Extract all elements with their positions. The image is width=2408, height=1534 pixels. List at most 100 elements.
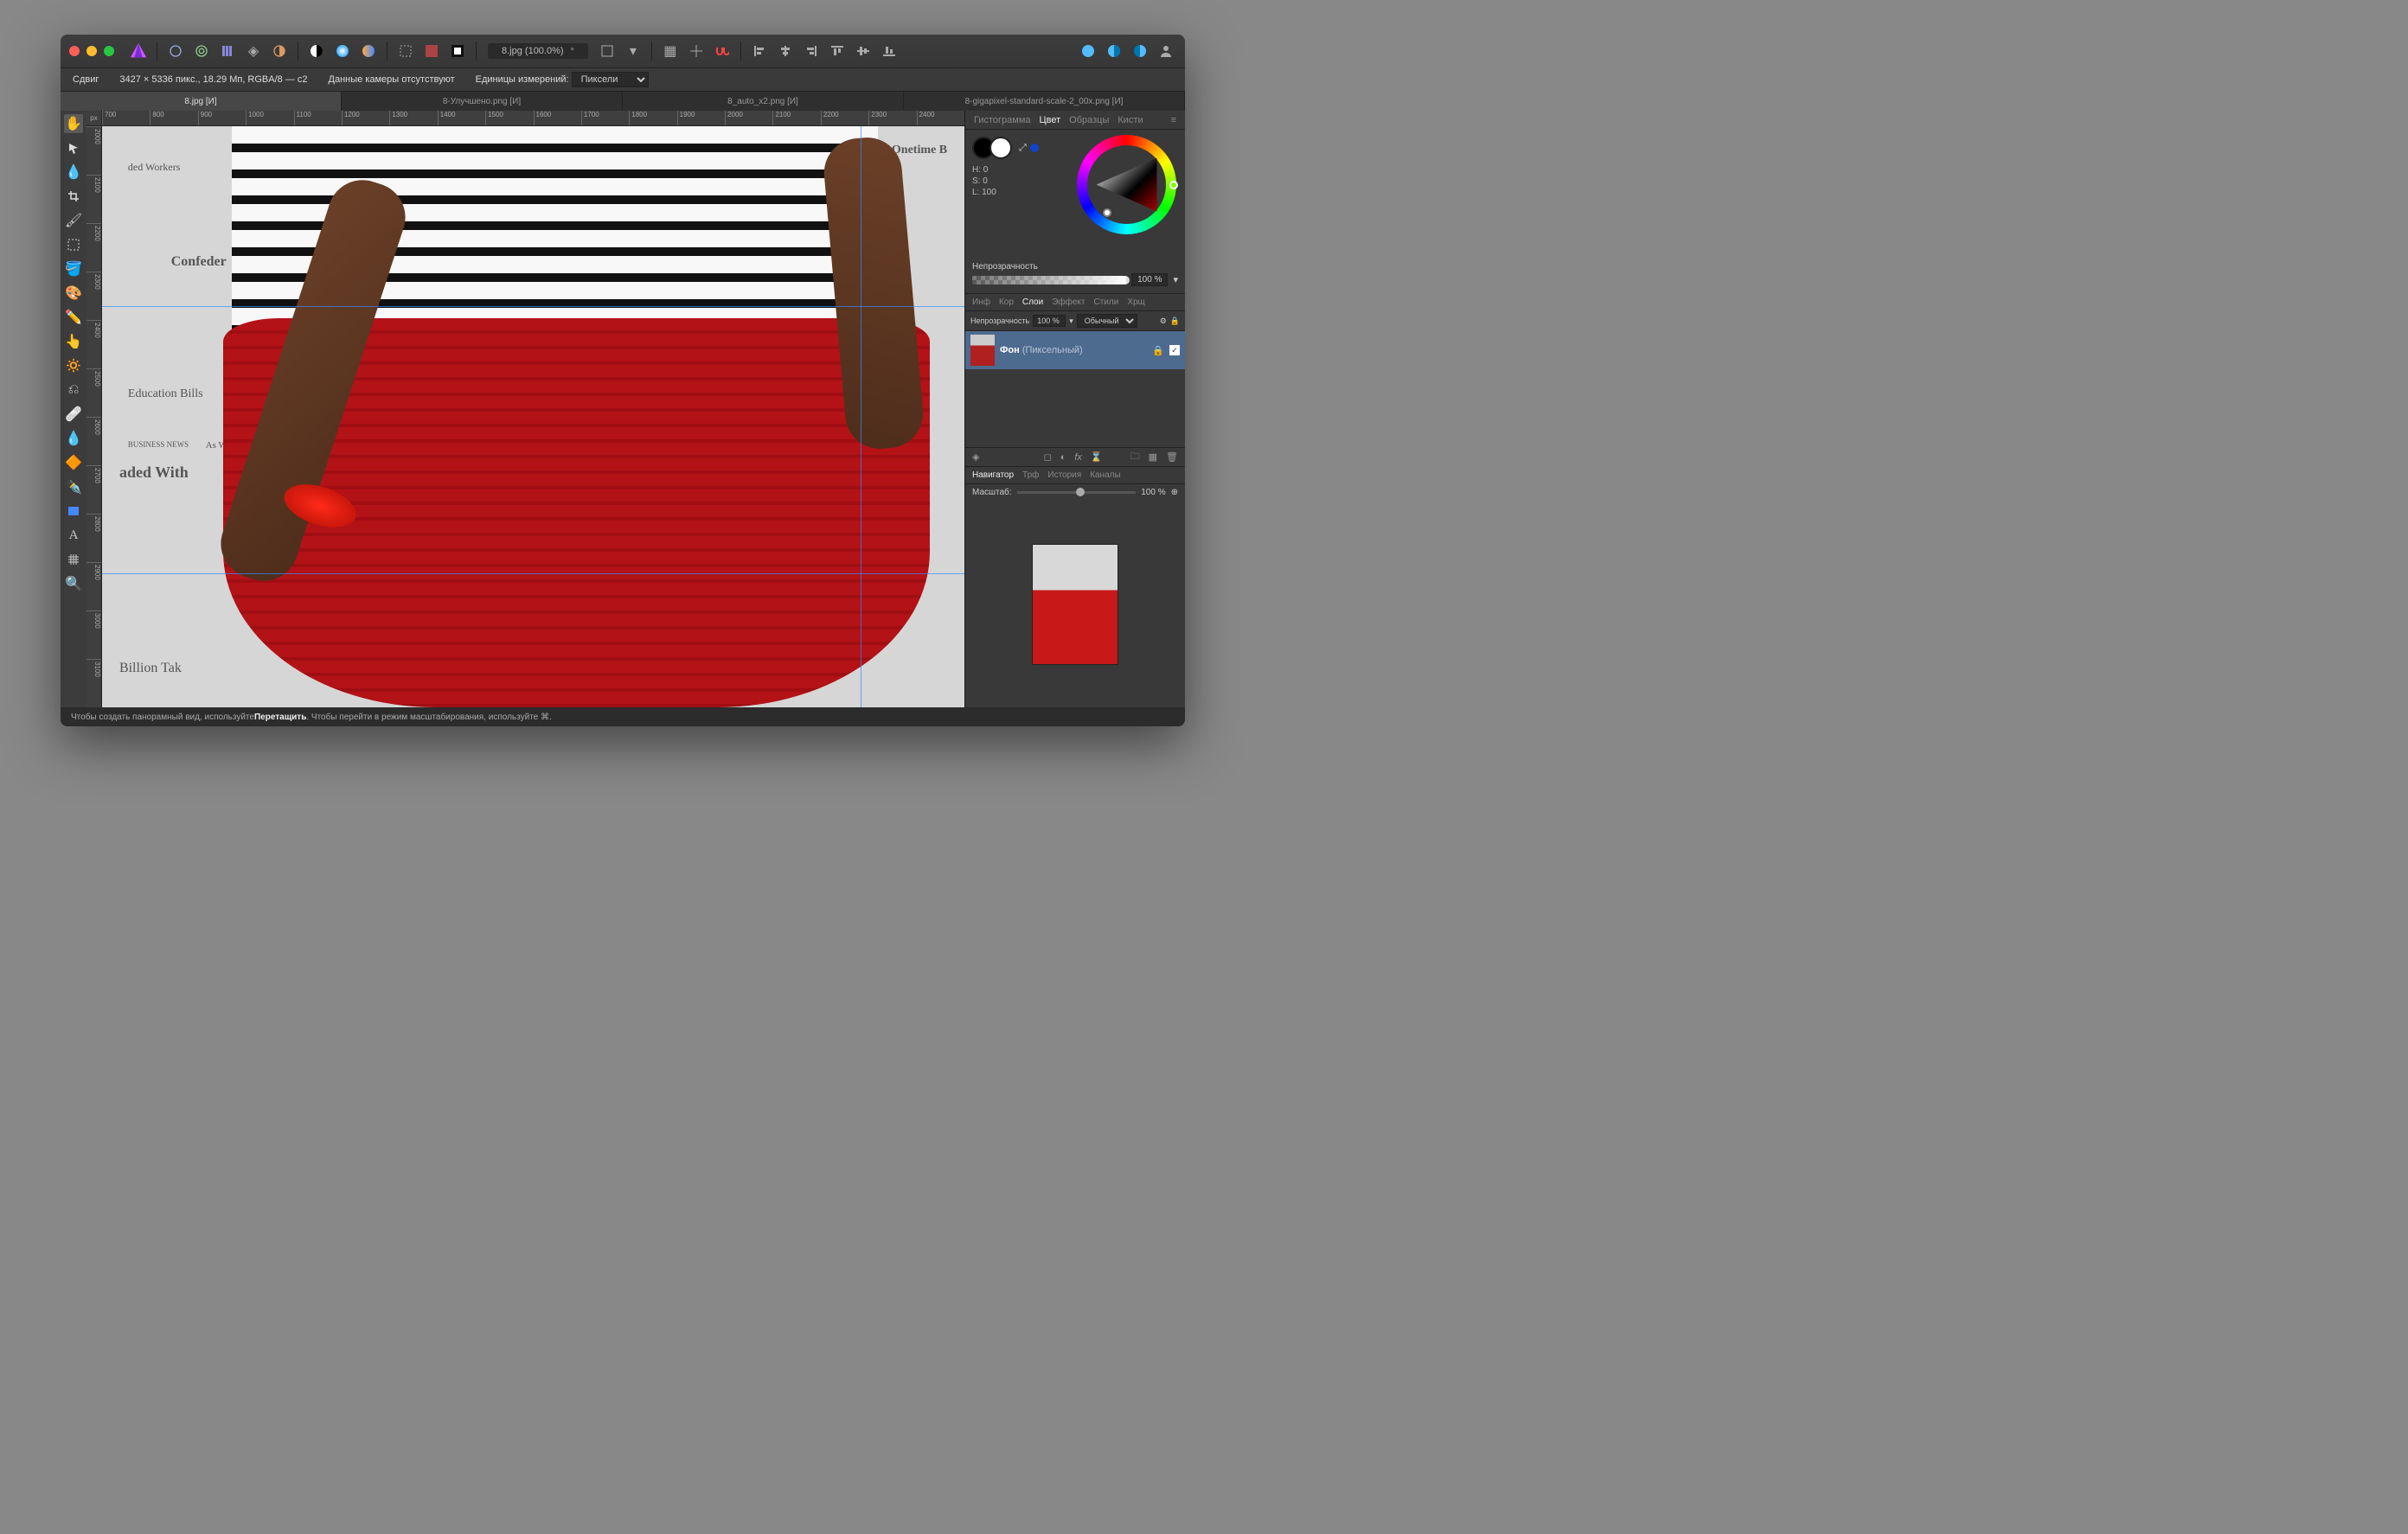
hand-tool-icon[interactable]: ✋ xyxy=(64,114,83,133)
persona-liquify-icon[interactable] xyxy=(191,41,212,61)
selection-tool-icon[interactable] xyxy=(64,235,83,254)
account-icon[interactable] xyxy=(1156,41,1176,61)
quick-mask-icon[interactable] xyxy=(421,41,442,61)
group-layers-icon[interactable]: 🗀 xyxy=(1130,449,1140,465)
color-adjust-icon[interactable] xyxy=(332,41,353,61)
bw-adjust-icon[interactable] xyxy=(306,41,327,61)
layer-opacity-dropdown-icon[interactable]: ▾ xyxy=(1069,316,1073,326)
document-tab[interactable]: 8-Улучшено.png [И] xyxy=(342,92,623,111)
tab-navigator[interactable]: Навигатор xyxy=(972,470,1014,480)
secondary-color-swatch[interactable] xyxy=(989,137,1012,159)
move-tool-icon[interactable] xyxy=(64,138,83,157)
blend-ranges-icon[interactable]: ◈ xyxy=(972,451,979,463)
document-tab[interactable]: 8_auto_x2.png [И] xyxy=(623,92,904,111)
layer-opacity-input[interactable] xyxy=(1033,315,1066,327)
tab-info[interactable]: Инф xyxy=(972,297,990,307)
snapping-icon[interactable] xyxy=(712,41,733,61)
panel-menu-icon[interactable]: ≡ xyxy=(1171,115,1176,125)
fullscreen-window-button[interactable] xyxy=(104,46,114,56)
persona-develop-icon[interactable] xyxy=(217,41,238,61)
color-triangle[interactable] xyxy=(1097,158,1157,212)
mesh-tool-icon[interactable] xyxy=(64,550,83,569)
horizontal-ruler[interactable]: px 7008009001000110012001300140015001600… xyxy=(86,111,964,126)
dropdown-arrow-icon[interactable]: ▾ xyxy=(623,41,644,61)
color-picker-tool-icon[interactable]: 💧 xyxy=(64,163,83,182)
align-top-icon[interactable] xyxy=(827,41,848,61)
blur-tool-icon[interactable]: 💧 xyxy=(64,429,83,448)
align-center-h-icon[interactable] xyxy=(775,41,796,61)
studio-left-icon[interactable] xyxy=(1078,41,1098,61)
tab-transform[interactable]: Трф xyxy=(1022,470,1039,480)
flood-fill-tool-icon[interactable]: 🪣 xyxy=(64,259,83,278)
add-layer-icon[interactable]: ▦ xyxy=(1149,451,1157,463)
document-canvas[interactable]: ded Workers Confeder Education Bills BUS… xyxy=(102,126,964,707)
lock-all-icon[interactable]: 🔒 xyxy=(1170,316,1180,326)
layer-row[interactable]: Фон (Пиксельный) 🔒 ✓ xyxy=(965,331,1185,369)
guides-icon[interactable] xyxy=(686,41,707,61)
tab-swatches[interactable]: Образцы xyxy=(1069,115,1109,125)
live-filter-icon[interactable]: ⌛ xyxy=(1091,451,1103,463)
vertical-ruler[interactable]: 2000210022002300240025002600270028002900… xyxy=(86,126,102,707)
tab-brushes[interactable]: Кисти xyxy=(1118,115,1143,125)
align-left-icon[interactable] xyxy=(749,41,770,61)
zoom-in-icon[interactable]: ⊕ xyxy=(1171,488,1178,497)
zoom-slider[interactable] xyxy=(1017,491,1137,494)
persona-photo-icon[interactable] xyxy=(165,41,186,61)
horizontal-guide[interactable] xyxy=(102,306,964,307)
layer-visibility-checkbox[interactable]: ✓ xyxy=(1169,345,1180,355)
channels-icon[interactable] xyxy=(447,41,468,61)
document-tab[interactable]: 8.jpg [И] xyxy=(61,92,342,111)
eyedropper-icon[interactable]: ⤢ xyxy=(1019,143,1027,154)
pixel-grid-icon[interactable]: ▦ xyxy=(660,41,681,61)
tab-correction[interactable]: Кор xyxy=(999,297,1014,307)
persona-tone-icon[interactable]: ◈ xyxy=(243,41,264,61)
minimize-window-button[interactable] xyxy=(86,46,97,56)
horizontal-guide[interactable] xyxy=(102,573,964,574)
layer-thumbnail[interactable] xyxy=(970,335,995,366)
delete-layer-icon[interactable]: 🗑 xyxy=(1166,451,1178,463)
layer-settings-icon[interactable]: ⚙ xyxy=(1160,316,1167,326)
fx-layer-icon[interactable]: fx xyxy=(1074,452,1082,463)
zoom-tool-icon[interactable]: 🔍 xyxy=(64,574,83,593)
gradient-adjust-icon[interactable] xyxy=(358,41,379,61)
studio-toggle-icon[interactable] xyxy=(1130,41,1150,61)
tab-styles[interactable]: Стили xyxy=(1094,297,1119,307)
brightness-selector-handle[interactable] xyxy=(1103,208,1111,217)
brush-tool-icon[interactable]: 🖌 xyxy=(64,211,83,230)
adjustment-layer-icon[interactable]: ◐ xyxy=(1060,452,1066,463)
opacity-slider[interactable] xyxy=(972,276,1126,284)
healing-tool-icon[interactable]: 🩹 xyxy=(64,405,83,424)
mask-layer-icon[interactable]: ◻ xyxy=(1044,451,1052,463)
clone-tool-icon[interactable]: ⎌ xyxy=(64,380,83,399)
navigator-thumbnail[interactable] xyxy=(1032,544,1118,665)
tab-effects[interactable]: Эффект xyxy=(1052,297,1085,307)
tab-x[interactable]: Хрщ xyxy=(1127,297,1144,307)
tab-history[interactable]: История xyxy=(1047,470,1081,480)
text-tool-icon[interactable]: A xyxy=(64,526,83,545)
crop-tool-icon[interactable] xyxy=(64,187,83,206)
pen-tool-icon[interactable]: ✒️ xyxy=(64,477,83,496)
align-bottom-icon[interactable] xyxy=(879,41,900,61)
opacity-slider-handle[interactable] xyxy=(1120,275,1130,285)
zoom-slider-handle[interactable] xyxy=(1076,488,1085,496)
navigator-preview[interactable] xyxy=(965,501,1185,707)
recent-color-swatch[interactable] xyxy=(1030,144,1039,152)
tab-histogram[interactable]: Гистограмма xyxy=(974,115,1031,125)
show-grid-icon[interactable] xyxy=(597,41,618,61)
close-window-button[interactable] xyxy=(69,46,80,56)
color-wheel[interactable] xyxy=(1077,135,1176,234)
zoom-value[interactable]: 100 % xyxy=(1141,488,1165,497)
dodge-tool-icon[interactable]: 🔅 xyxy=(64,356,83,375)
studio-right-icon[interactable] xyxy=(1104,41,1124,61)
selection-marquee-icon[interactable] xyxy=(395,41,416,61)
blend-mode-select[interactable]: Обычный xyxy=(1077,314,1137,328)
document-tab[interactable]: 8-gigapixel-standard-scale-2_00x.png [И] xyxy=(904,92,1185,111)
tab-channels[interactable]: Каналы xyxy=(1090,470,1121,480)
units-select[interactable]: Пиксели xyxy=(572,72,649,87)
persona-export-icon[interactable] xyxy=(269,41,290,61)
tab-layers[interactable]: Слои xyxy=(1022,297,1043,307)
opacity-value[interactable]: 100 % xyxy=(1131,273,1168,286)
align-right-icon[interactable] xyxy=(801,41,822,61)
smudge-tool-icon[interactable]: 👆 xyxy=(64,332,83,351)
patch-tool-icon[interactable]: 🔶 xyxy=(64,453,83,472)
